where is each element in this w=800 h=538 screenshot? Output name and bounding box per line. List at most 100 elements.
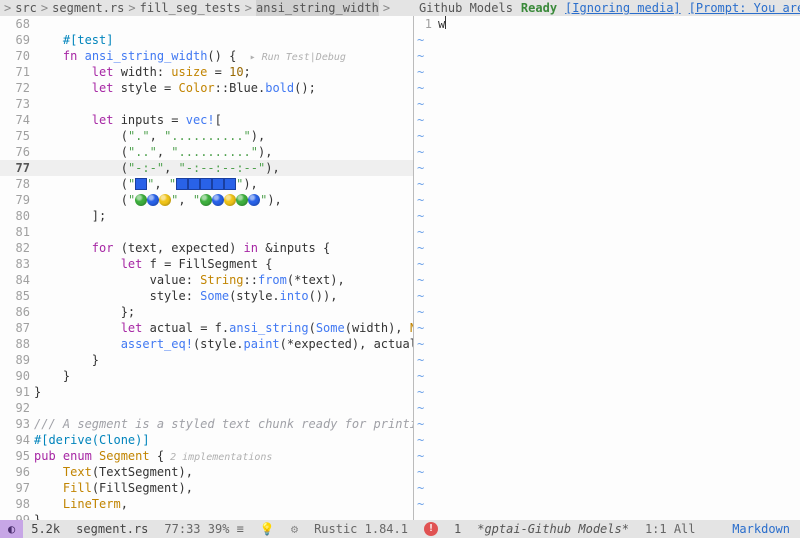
type: usize xyxy=(171,65,207,79)
status-size: 5.2k xyxy=(23,521,68,537)
breadcrumb-module[interactable]: fill_seg_tests xyxy=(140,0,241,16)
txt: :: xyxy=(244,273,258,287)
tilde-icon: ~ xyxy=(414,208,428,224)
indent xyxy=(34,353,92,367)
chevron-right-icon: > xyxy=(128,0,135,16)
breadcrumb-src[interactable]: src xyxy=(15,0,37,16)
brace: { xyxy=(157,449,164,463)
split-panes: 68 69 #[test] 70 fn ansi_string_width() … xyxy=(0,16,800,520)
tilde-icon: ~ xyxy=(414,192,428,208)
field: style: xyxy=(150,289,201,303)
p: } xyxy=(34,385,41,399)
tilde-icon: ~ xyxy=(414,144,428,160)
status-buffer-name[interactable]: *gptai-Github Models* xyxy=(469,521,637,537)
fn: into xyxy=(280,289,309,303)
status-position: 77:33 39% ≡ xyxy=(156,521,251,537)
tilde-icon: ~ xyxy=(414,304,428,320)
status-filetype[interactable]: Markdown xyxy=(724,521,800,537)
indent xyxy=(34,65,92,79)
tilde-icon: ~ xyxy=(414,480,428,496)
line-number: 77 xyxy=(0,160,34,176)
fn: ansi_string xyxy=(229,321,308,335)
op: = xyxy=(207,65,229,79)
macro: assert_eq! xyxy=(121,337,193,351)
line-number: 85 xyxy=(0,288,34,304)
blue-square-icon xyxy=(224,178,236,190)
code-pane[interactable]: 68 69 #[test] 70 fn ansi_string_width() … xyxy=(0,16,413,520)
txt: [ xyxy=(215,113,222,127)
ignoring-media-link[interactable]: [Ignoring media] xyxy=(565,0,681,16)
line-number: 90 xyxy=(0,368,34,384)
blue-square-icon xyxy=(212,178,224,190)
tilde-icon: ~ xyxy=(414,400,428,416)
green-circle-icon xyxy=(236,194,248,206)
line-number: 89 xyxy=(0,352,34,368)
semi: ; xyxy=(244,65,251,79)
fn-name: ansi_string_width xyxy=(85,49,208,63)
mode-indicator[interactable]: ◐ xyxy=(0,520,23,538)
tilde-icon: ~ xyxy=(414,416,428,432)
line-number: 73 xyxy=(0,96,34,112)
tilde-icon: ~ xyxy=(414,288,428,304)
indent xyxy=(34,273,150,287)
chevron-right-icon: > xyxy=(4,0,11,16)
tilde-icon: ~ xyxy=(414,128,428,144)
indent xyxy=(34,113,92,127)
indent xyxy=(34,369,63,383)
line-number: 78 xyxy=(0,176,34,192)
keyword: in xyxy=(244,241,258,255)
string: ".." xyxy=(128,145,157,159)
p: ( xyxy=(121,177,128,191)
c: , xyxy=(150,129,164,143)
txt: ()), xyxy=(309,289,338,303)
blue-square-icon xyxy=(200,178,212,190)
assistant-pane[interactable]: 1w ~ ~ ~ ~ ~ ~ ~ ~ ~ ~ ~ ~ ~ ~ ~ ~ ~ ~ ~ xyxy=(413,16,800,520)
line-number: 80 xyxy=(0,208,34,224)
q: " xyxy=(128,193,135,207)
prompt-link[interactable]: [Prompt: You are an exp…] xyxy=(689,0,800,16)
codelens-run-test[interactable]: ▸ Run Test|Debug xyxy=(244,52,346,63)
txt: (TextSegment), xyxy=(92,465,193,479)
tilde-icon: ~ xyxy=(414,384,428,400)
attribute: #[test] xyxy=(63,33,114,47)
number: 10 xyxy=(229,65,243,79)
input-text[interactable]: w xyxy=(438,16,445,32)
txt: , xyxy=(121,497,128,511)
line-number: 79 xyxy=(0,192,34,208)
current-line[interactable]: 77 ("-:-", "-:--:--:--"), xyxy=(0,160,413,176)
error-indicator[interactable]: ! xyxy=(416,522,446,536)
chevron-right-icon: > xyxy=(41,0,48,16)
rust-version[interactable]: Rustic 1.84.1 xyxy=(306,521,416,537)
line-number: 99 xyxy=(0,512,34,520)
p: } xyxy=(63,369,70,383)
status-file[interactable]: segment.rs xyxy=(68,521,156,537)
p: ), xyxy=(243,177,257,191)
lightbulb-icon[interactable]: 💡 xyxy=(252,521,283,537)
txt: (style. xyxy=(193,337,244,351)
gear-icon[interactable]: ⚙ xyxy=(283,521,306,537)
line-number: 84 xyxy=(0,272,34,288)
c: , xyxy=(154,177,168,191)
c: , xyxy=(178,193,192,207)
line-number: 75 xyxy=(0,128,34,144)
top-bars: > src > segment.rs > fill_seg_tests > an… xyxy=(0,0,800,16)
breadcrumb-function[interactable]: ansi_string_width xyxy=(256,0,379,16)
line-number: 97 xyxy=(0,480,34,496)
tilde-icon: ~ xyxy=(414,48,428,64)
codelens-implementations[interactable]: 2 implementations xyxy=(164,452,272,463)
field: value: xyxy=(150,273,201,287)
breadcrumb-file[interactable]: segment.rs xyxy=(52,0,124,16)
txt: (FillSegment), xyxy=(92,481,193,495)
indent xyxy=(34,481,63,495)
fn: bold xyxy=(265,81,294,95)
assistant-status: Ready xyxy=(521,0,557,16)
error-icon: ! xyxy=(424,522,438,536)
status-bar: ◐ 5.2k segment.rs 77:33 39% ≡ 💡 ⚙ Rustic… xyxy=(0,520,800,538)
p: ), xyxy=(267,193,281,207)
breadcrumb-bar: > src > segment.rs > fill_seg_tests > an… xyxy=(0,0,413,16)
txt: actual = f. xyxy=(142,321,229,335)
tilde-icon: ~ xyxy=(414,80,428,96)
txt: (width), xyxy=(345,321,410,335)
txt: ( xyxy=(309,321,316,335)
type: Segment xyxy=(92,449,157,463)
